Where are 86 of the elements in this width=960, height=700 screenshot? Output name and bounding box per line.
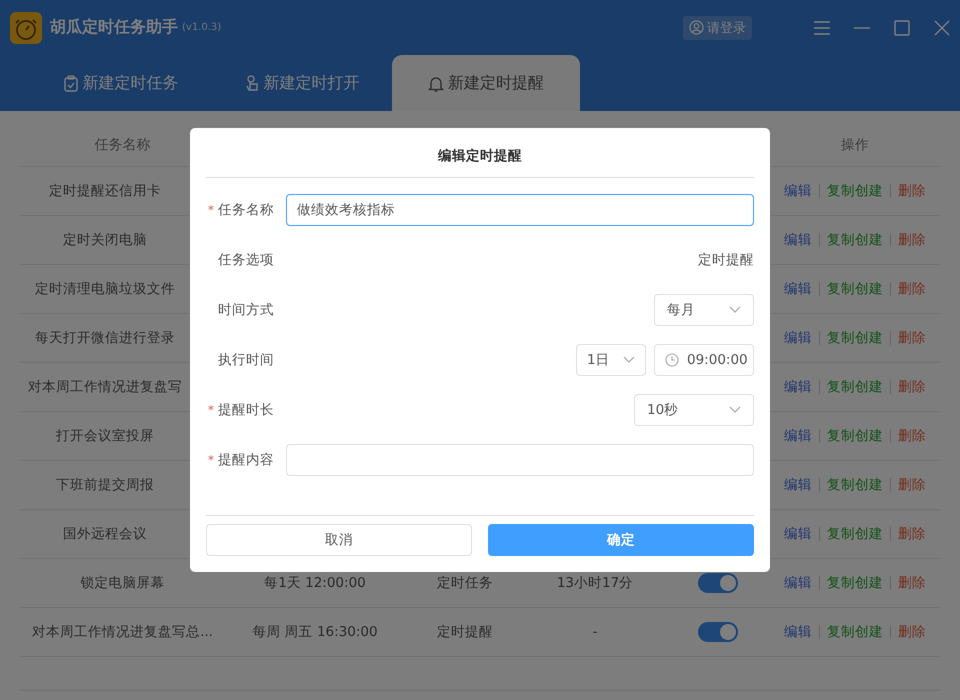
copy-create-link[interactable]: 复制创建: [819, 282, 890, 296]
delete-link[interactable]: 删除: [890, 625, 933, 639]
copy-create-link[interactable]: 复制创建: [819, 478, 890, 492]
required-mark: *: [207, 203, 215, 217]
stopwatch-icon: [10, 12, 42, 44]
delete-link[interactable]: 删除: [890, 380, 933, 394]
chevron-down-icon: [729, 306, 741, 314]
edit-link[interactable]: 编辑: [777, 184, 819, 198]
delete-link[interactable]: 删除: [890, 527, 933, 541]
table-cell: 定时关闭电脑: [63, 232, 147, 248]
copy-create-link[interactable]: 复制创建: [819, 527, 890, 541]
maximize-icon: [894, 20, 910, 36]
copy-create-link[interactable]: 复制创建: [819, 233, 890, 247]
table-cell: 打开会议室投屏: [56, 428, 154, 444]
clock-icon: [665, 353, 679, 367]
column-header: 任务名称: [94, 136, 152, 154]
tab[interactable]: 新建定时打开: [211, 55, 392, 111]
copy-create-link[interactable]: 复制创建: [819, 429, 890, 443]
cancel-button[interactable]: 取消: [206, 524, 472, 556]
table-cell: 对本周工作情况进复盘写: [28, 379, 182, 395]
edit-link[interactable]: 编辑: [777, 282, 819, 296]
edit-link[interactable]: 编辑: [777, 380, 819, 394]
time-picker[interactable]: 09:00:00: [654, 344, 754, 376]
field-label: 执行时间: [218, 351, 274, 369]
table-cell: 定时任务: [437, 575, 493, 591]
table-cell: 下班前提交周报: [56, 477, 154, 493]
field-value: 定时提醒: [698, 251, 754, 269]
field-label: 任务名称: [218, 201, 274, 219]
edit-link[interactable]: 编辑: [777, 576, 819, 590]
table-cell: 对本周工作情况进复盘写总...: [32, 624, 213, 640]
required-mark: *: [207, 403, 215, 417]
input-field[interactable]: 做绩效考核指标: [286, 194, 754, 226]
copy-create-link[interactable]: 复制创建: [819, 576, 890, 590]
field-label: 任务选项: [218, 251, 274, 269]
toggle-switch[interactable]: [698, 622, 738, 642]
app-title: 胡瓜定时任务助手: [50, 17, 178, 38]
field-label: 提醒内容: [218, 451, 274, 469]
table-cell: 定时提醒: [437, 624, 493, 640]
copy-create-link[interactable]: 复制创建: [819, 331, 890, 345]
delete-link[interactable]: 删除: [890, 429, 933, 443]
copy-create-link[interactable]: 复制创建: [819, 184, 890, 198]
delete-link[interactable]: 删除: [890, 331, 933, 345]
required-mark: *: [207, 453, 215, 467]
toggle-switch[interactable]: [698, 573, 738, 593]
delete-link[interactable]: 删除: [890, 576, 933, 590]
tab[interactable]: 新建定时提醒: [392, 55, 580, 111]
user-icon: [689, 20, 704, 35]
input-field[interactable]: [286, 444, 754, 476]
edit-link[interactable]: 编辑: [777, 625, 819, 639]
menu-icon: [814, 20, 830, 34]
table-cell: 13小时17分: [556, 575, 634, 591]
dialog-title: 编辑定时提醒: [206, 128, 754, 178]
edit-link[interactable]: 编辑: [777, 429, 819, 443]
table-cell: -: [592, 624, 598, 640]
edit-link[interactable]: 编辑: [777, 527, 819, 541]
table-cell: 定时清理电脑垃圾文件: [35, 281, 175, 297]
table-cell: 锁定电脑屏幕: [80, 575, 164, 591]
table-cell: 每1天 12:00:00: [264, 575, 366, 591]
close-icon: [934, 20, 950, 36]
edit-link[interactable]: 编辑: [777, 331, 819, 345]
table-cell: 每天打开微信进行登录: [35, 330, 175, 346]
bell-icon: [428, 74, 444, 92]
dropdown[interactable]: 10秒: [634, 394, 754, 426]
tab[interactable]: 新建定时任务: [30, 55, 211, 111]
field-label: 时间方式: [218, 301, 274, 319]
dropdown[interactable]: 1日: [576, 344, 646, 376]
copy-create-link[interactable]: 复制创建: [819, 380, 890, 394]
chevron-down-icon: [729, 406, 741, 414]
clipboard-icon: [62, 74, 78, 92]
delete-link[interactable]: 删除: [890, 233, 933, 247]
delete-link[interactable]: 删除: [890, 478, 933, 492]
column-header: 操作: [840, 136, 870, 154]
dropdown[interactable]: 每月: [654, 294, 754, 326]
table-cell: 国外远程会议: [63, 526, 147, 542]
table-cell: 定时提醒还信用卡: [49, 183, 161, 199]
field-label: 提醒时长: [218, 401, 274, 419]
table-cell: 每周 周五 16:30:00: [252, 624, 378, 640]
confirm-button[interactable]: 确定: [488, 524, 754, 556]
delete-link[interactable]: 删除: [890, 282, 933, 296]
chevron-down-icon: [623, 356, 635, 364]
minimize-icon: [854, 26, 870, 28]
copy-create-link[interactable]: 复制创建: [819, 625, 890, 639]
edit-link[interactable]: 编辑: [777, 233, 819, 247]
app-version: (v1.0.3): [182, 22, 222, 33]
delete-link[interactable]: 删除: [890, 184, 933, 198]
edit-link[interactable]: 编辑: [777, 478, 819, 492]
